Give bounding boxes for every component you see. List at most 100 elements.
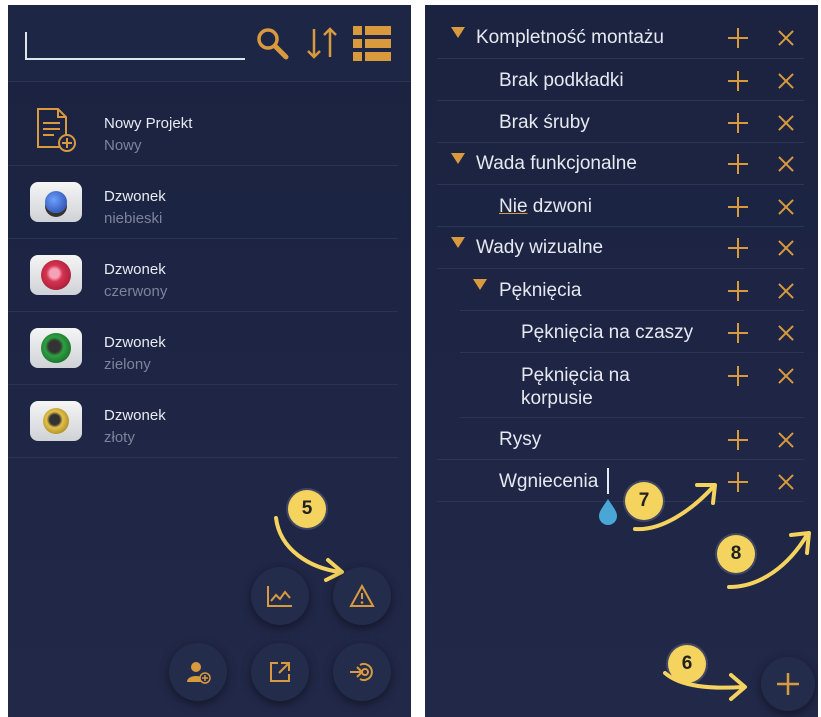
chart-button[interactable] — [251, 567, 309, 625]
delete-button[interactable] — [774, 428, 798, 452]
close-icon — [774, 111, 798, 135]
plus-icon — [726, 236, 750, 260]
project-subtitle: złoty — [104, 429, 135, 446]
project-name: Dzwonek — [104, 261, 166, 278]
tree-row[interactable]: Pęknięcia na czaszy — [460, 311, 804, 353]
close-icon — [774, 279, 798, 303]
add-button[interactable] — [726, 236, 750, 260]
export-icon — [270, 662, 290, 682]
project-name: Nowy Projekt — [104, 115, 193, 132]
delete-button[interactable] — [774, 111, 798, 135]
project-item[interactable]: Dzwonek czerwony — [8, 239, 398, 312]
list-view-icon[interactable] — [352, 23, 392, 63]
tree-row[interactable]: Brak podkładki — [437, 59, 804, 101]
delete-button[interactable] — [774, 470, 798, 494]
add-button[interactable] — [726, 195, 750, 219]
annotation-arrow — [727, 531, 811, 589]
import-button[interactable] — [333, 643, 391, 701]
add-button[interactable] — [726, 152, 750, 176]
defect-label: Nie dzwoni — [499, 196, 592, 217]
defect-label: Kompletność montażu — [476, 27, 664, 48]
delete-button[interactable] — [774, 236, 798, 260]
plus-icon — [726, 152, 750, 176]
delete-button[interactable] — [774, 26, 798, 50]
project-item[interactable]: Dzwonek zielony — [8, 312, 398, 385]
close-icon — [774, 364, 798, 388]
tree-row[interactable]: Pęknięcia na korpusie — [460, 353, 804, 418]
project-subtitle: Nowy — [104, 137, 142, 154]
bell-thumbnail — [30, 255, 82, 295]
tree-row[interactable]: Pęknięcia — [460, 269, 804, 311]
add-button[interactable] — [726, 279, 750, 303]
expand-caret-icon[interactable] — [451, 27, 465, 38]
add-defect-fab[interactable] — [761, 657, 815, 711]
plus-icon — [726, 195, 750, 219]
bell-thumbnail — [30, 328, 82, 368]
expand-caret-icon[interactable] — [451, 237, 465, 248]
add-button[interactable] — [726, 69, 750, 93]
plus-icon — [726, 279, 750, 303]
defect-name-input[interactable]: Wgniecenia — [499, 470, 598, 493]
close-icon — [774, 26, 798, 50]
defect-label: Rysy — [499, 429, 542, 450]
tree-row-editing[interactable]: Wgniecenia — [437, 460, 804, 502]
annotation-arrow — [663, 671, 747, 701]
expand-caret-icon[interactable] — [473, 279, 487, 290]
add-button[interactable] — [726, 364, 750, 388]
add-user-button[interactable] — [169, 643, 227, 701]
close-icon — [774, 195, 798, 219]
plus-icon — [726, 69, 750, 93]
tree-row[interactable]: Wada funkcjonalne — [437, 143, 804, 185]
close-icon — [774, 152, 798, 176]
add-button[interactable] — [726, 321, 750, 345]
defect-label: Brak śruby — [499, 112, 590, 133]
delete-button[interactable] — [774, 152, 798, 176]
tree-row[interactable]: Wady wizualne — [437, 227, 804, 269]
defect-label: Brak podkładki — [499, 70, 624, 91]
search-icon[interactable] — [252, 23, 292, 63]
add-button[interactable] — [726, 26, 750, 50]
defect-label: Wada funkcjonalne — [476, 153, 637, 174]
project-item[interactable]: Dzwonek złoty — [8, 385, 398, 458]
add-button[interactable] — [726, 428, 750, 452]
project-subtitle: zielony — [104, 356, 151, 373]
plus-icon — [726, 26, 750, 50]
chart-icon — [267, 586, 292, 607]
project-name: Dzwonek — [104, 407, 166, 424]
add-button[interactable] — [726, 111, 750, 135]
tree-row[interactable]: Kompletność montażu — [437, 17, 804, 59]
bell-thumbnail — [30, 182, 82, 222]
search-input[interactable] — [25, 32, 245, 60]
plus-icon — [726, 470, 750, 494]
delete-button[interactable] — [774, 195, 798, 219]
tree-row[interactable]: Nie dzwoni — [437, 185, 804, 227]
text-cursor — [607, 468, 609, 494]
project-list-screen: Nowy Projekt Nowy Dzwonek niebieski Dzwo… — [8, 5, 411, 717]
project-subtitle: niebieski — [104, 210, 163, 227]
close-icon — [774, 321, 798, 345]
delete-button[interactable] — [774, 364, 798, 388]
defect-label: Pęknięcia — [499, 280, 582, 301]
warning-button[interactable] — [333, 567, 391, 625]
expand-caret-icon[interactable] — [451, 153, 465, 164]
tree-row[interactable]: Rysy — [437, 418, 804, 460]
defect-label: Pęknięcia na czaszy — [521, 322, 694, 343]
tree-row[interactable]: Brak śruby — [437, 101, 804, 143]
project-name: Dzwonek — [104, 334, 166, 351]
delete-button[interactable] — [774, 321, 798, 345]
import-icon — [350, 663, 373, 681]
export-button[interactable] — [251, 643, 309, 701]
delete-button[interactable] — [774, 69, 798, 93]
add-user-icon — [187, 662, 211, 684]
close-icon — [774, 428, 798, 452]
add-button[interactable] — [726, 470, 750, 494]
delete-button[interactable] — [774, 279, 798, 303]
sort-icon[interactable] — [302, 23, 342, 63]
plus-icon — [726, 111, 750, 135]
project-subtitle: czerwony — [104, 283, 168, 300]
project-item[interactable]: Nowy Projekt Nowy — [8, 93, 398, 166]
plus-icon — [777, 673, 799, 695]
defect-tree-screen: Kompletność montażu Brak podkładki Brak … — [425, 5, 818, 717]
selection-handle-icon[interactable] — [597, 498, 619, 526]
project-item[interactable]: Dzwonek niebieski — [8, 166, 398, 239]
